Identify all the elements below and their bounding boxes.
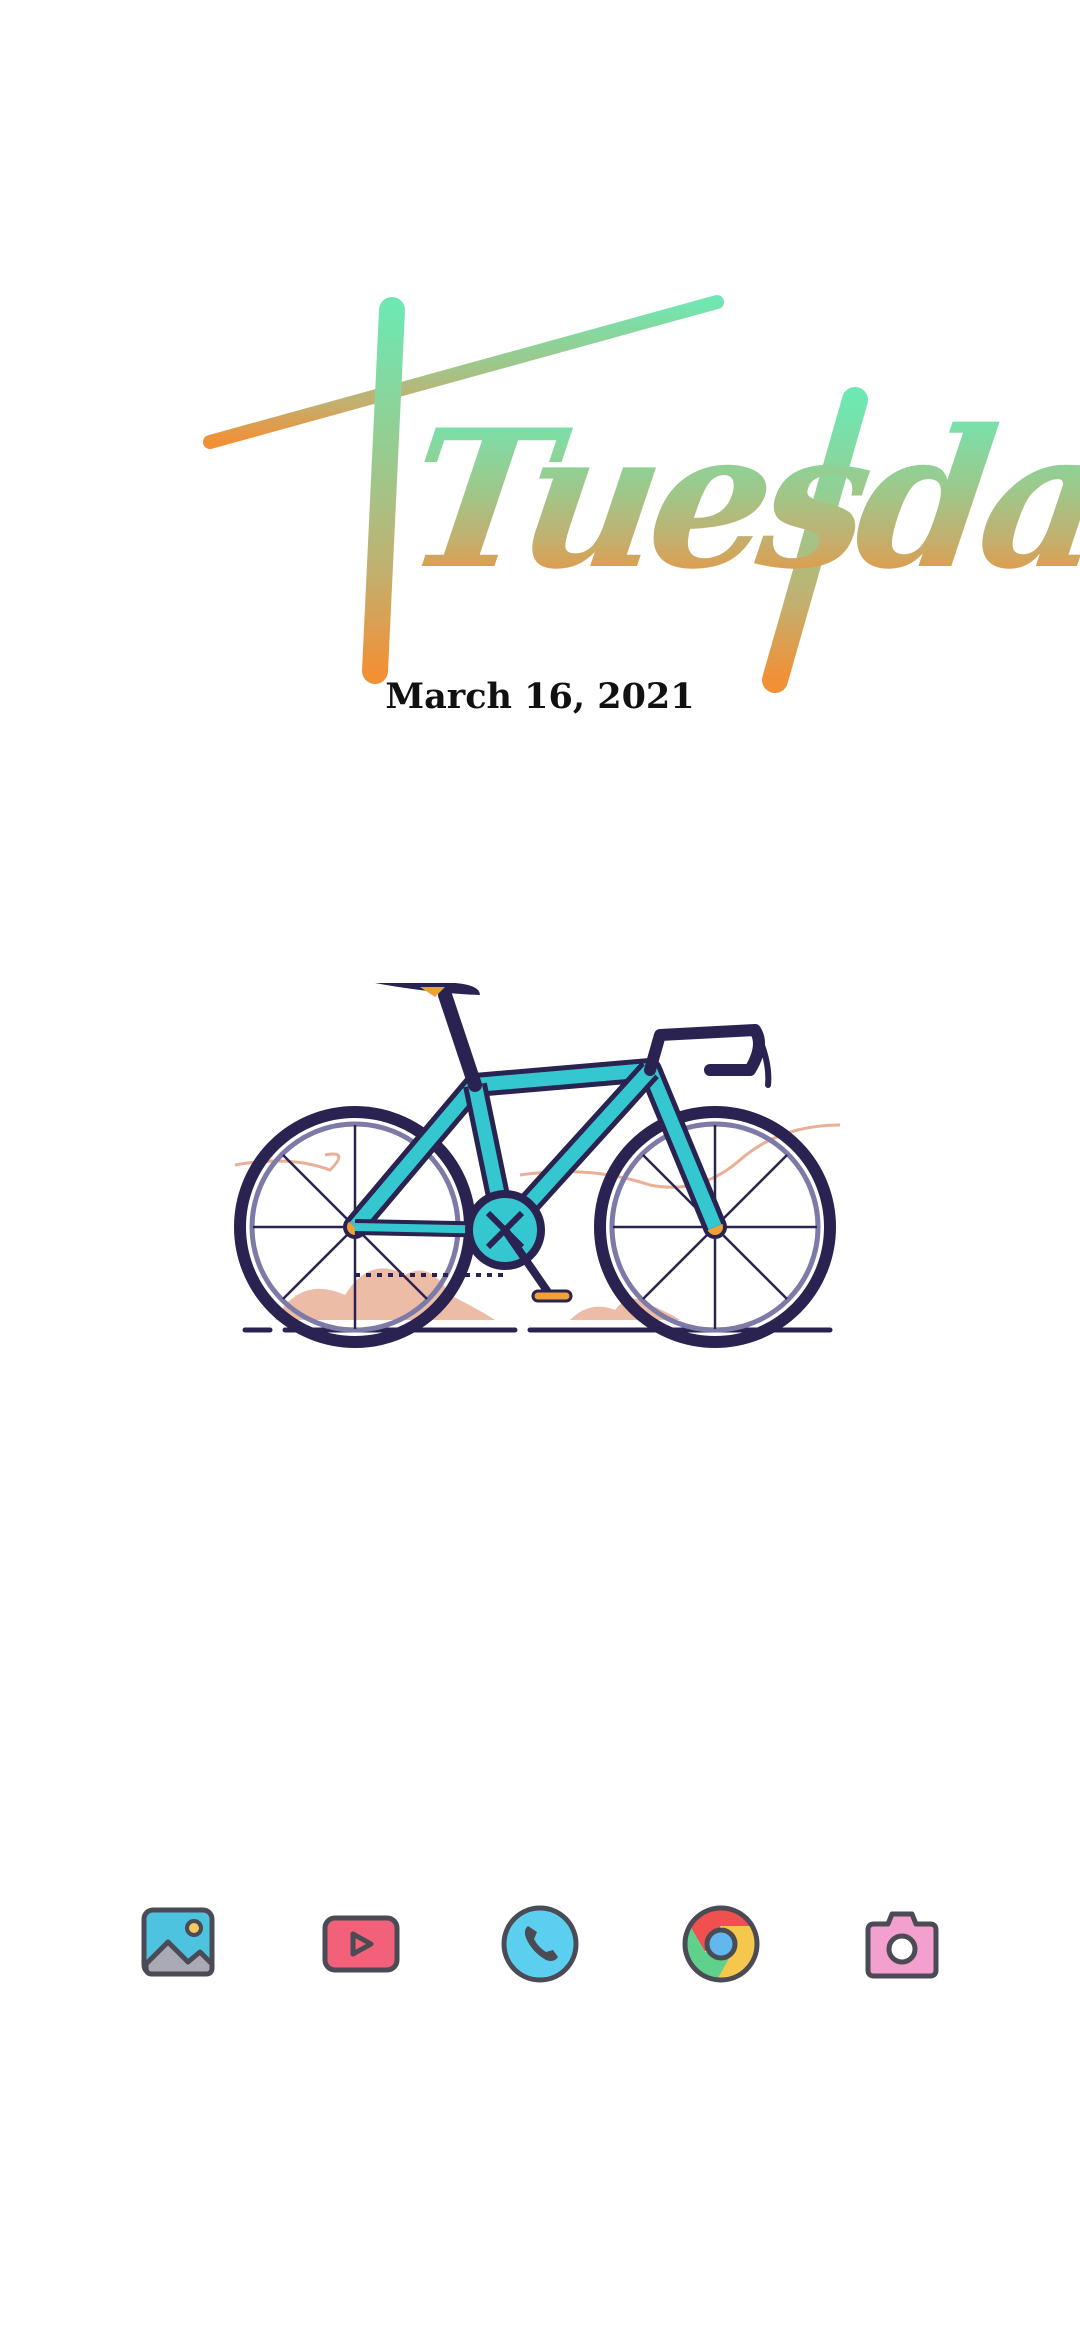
phone-app[interactable] [498,1902,582,1986]
app-dock [0,1902,1080,1986]
phone-icon [501,1905,579,1983]
camera-app[interactable] [860,1902,944,1986]
youtube-app[interactable] [319,1902,403,1986]
date-label: March 16, 2021 [385,676,695,717]
bicycle-icon [234,983,841,1348]
gallery-icon [141,1907,215,1977]
chrome-app[interactable] [679,1902,763,1986]
home-screen: Tuesday March 16, 2021 [0,0,1080,2340]
day-title-text: Tuesday [394,388,1080,611]
bicycle-illustration [230,975,860,1355]
gallery-app[interactable] [138,1902,222,1986]
youtube-icon [322,1915,400,1973]
camera-icon [865,1911,939,1979]
chrome-icon [682,1905,760,1983]
